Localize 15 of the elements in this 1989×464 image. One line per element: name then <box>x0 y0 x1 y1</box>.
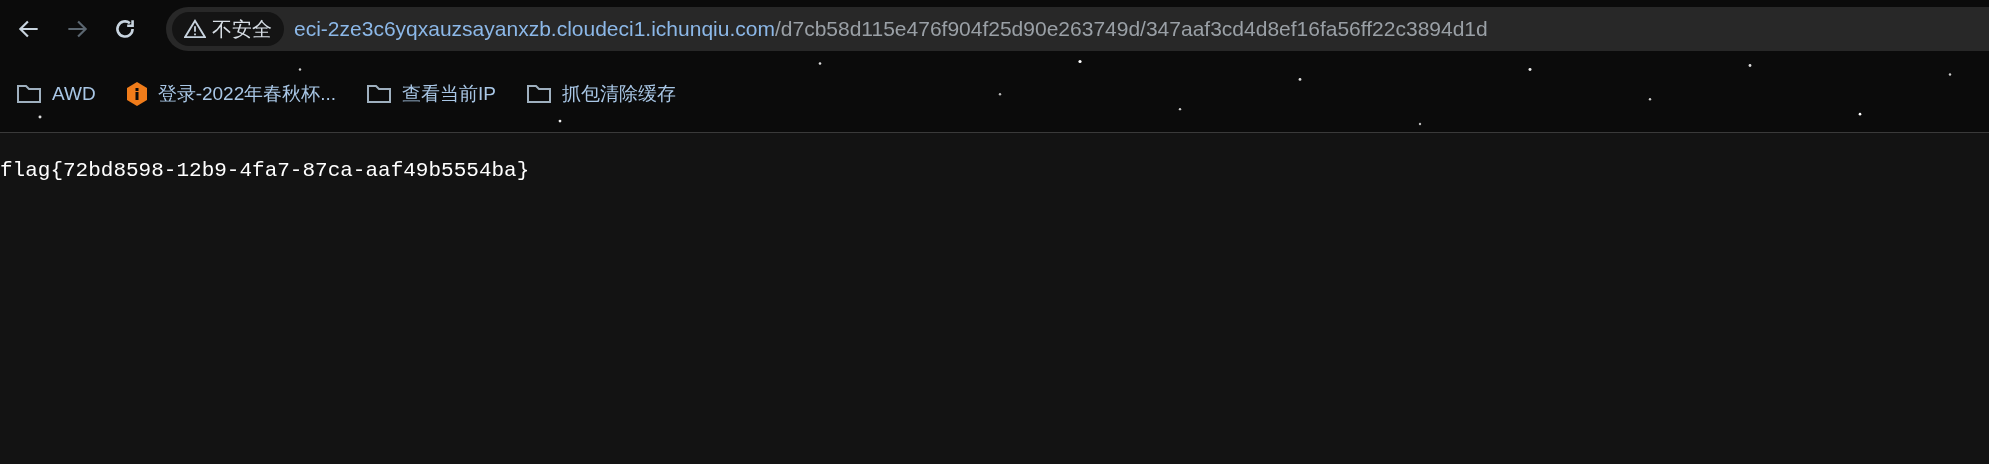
url-path: /d7cb58d115e476f904f25d90e263749d/347aaf3cd4d8ef16fa56ff22c3894d1d <box>774 16 1488 43</box>
warning-icon <box>184 19 206 39</box>
page-text: flag{72bd8598-12b9-4fa7-87ca-aaf49b5554ba} <box>0 158 531 184</box>
folder-icon <box>366 83 393 105</box>
site-logo-icon <box>125 81 148 107</box>
security-label: 不安全 <box>212 17 272 42</box>
url-host: eci-2ze3c6yqxauzsayanxzb.cloudeci1.ichunqiu.com <box>294 16 775 43</box>
address-bar[interactable]: 不安全 eci-2ze3c6yqxauzsayanxzb.cloudeci1.ichunqiu.com/d7cb58d115e476f904f25d90e263749d/347aaf3cd4d8ef16fa56ff22c3894d1d <box>166 7 1989 51</box>
folder-icon <box>16 83 42 105</box>
folder-icon <box>526 83 552 105</box>
bookmark-item[interactable]: 抓包清除缓存 <box>522 76 680 112</box>
bookmark-item[interactable]: AWD <box>12 76 100 112</box>
security-chip[interactable]: 不安全 <box>172 12 284 46</box>
bookmark-item[interactable]: 查看当前IP <box>362 76 500 112</box>
bookmark-item[interactable]: 登录-2022年春秋杯... <box>121 76 341 112</box>
